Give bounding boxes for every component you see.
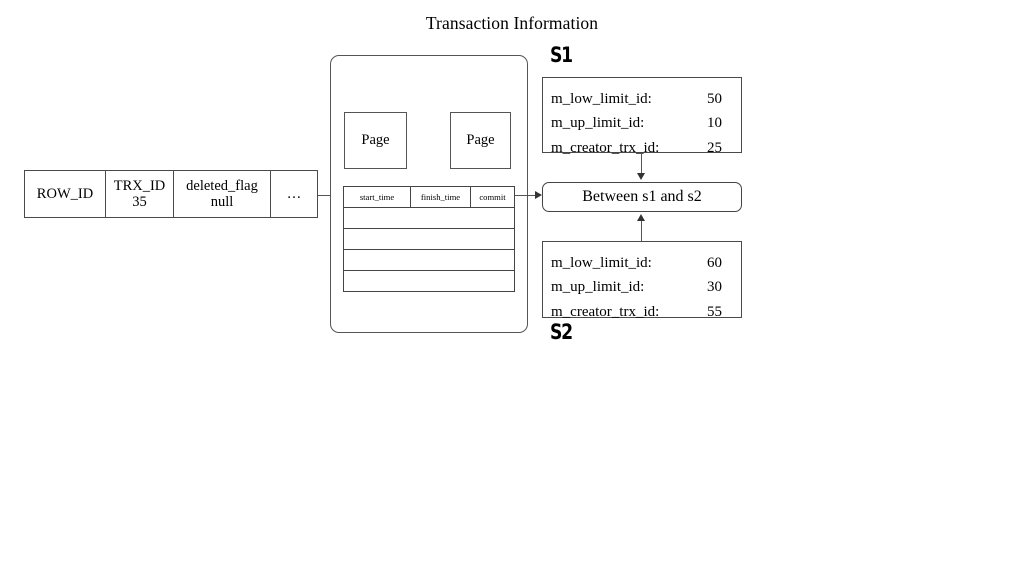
transaction-table-header-commit: commit (479, 192, 506, 202)
connector-s1-to-between-line (641, 153, 642, 174)
page-box-1-label: Page (361, 132, 390, 148)
snapshot-s1-value-low-limit: 50 (707, 91, 722, 107)
row-cell-row-id-name: ROW_ID (36, 185, 94, 202)
snapshot-s1-field-row: m_low_limit_id: 50 (543, 87, 741, 111)
between-s1-and-s2-box: Between s1 and s2 (542, 182, 742, 212)
row-cell-trx-id: TRX_ID 35 (106, 171, 174, 217)
transaction-table-header-row: start_time finish_time commit (344, 187, 514, 208)
page-box-2: Page (450, 112, 511, 169)
row-cell-trx-id-value: 35 (132, 194, 147, 210)
snapshot-s2-value-up-limit: 30 (707, 279, 722, 296)
page-box-1: Page (344, 112, 407, 169)
snapshot-s1-key-up-limit: m_up_limit_id: (551, 115, 645, 132)
row-cell-deleted-flag: deleted_flag null (174, 171, 271, 217)
transaction-information-title: Transaction Information (425, 13, 599, 33)
snapshot-s1-field-row: m_creator_trx_id: 25 (543, 136, 741, 160)
connector-txn-to-between-arrowhead (535, 190, 542, 199)
row-cell-ellipsis-name: … (286, 185, 302, 202)
transaction-table-header-start-time: start_time (344, 187, 411, 207)
snapshot-s2-key-low-limit: m_low_limit_id: (551, 255, 652, 271)
row-cell-row-id: ROW_ID (25, 171, 106, 217)
connector-s2-to-between-arrowhead (636, 214, 645, 221)
transaction-table-header-finish-time: finish_time (411, 187, 471, 207)
snapshot-s1-value-up-limit: 10 (707, 115, 722, 132)
transaction-table-row (344, 208, 514, 229)
snapshot-s2-field-row: m_up_limit_id: 30 (543, 275, 741, 299)
snapshot-s1-value-creator-trx: 25 (707, 139, 722, 156)
transaction-table-row (344, 229, 514, 250)
snapshot-s2-label: S2 (550, 320, 573, 344)
row-cell-ellipsis: … (271, 171, 317, 217)
connector-s2-to-between-line (641, 221, 642, 241)
connector-s1-to-between-arrowhead (636, 173, 645, 180)
snapshot-s2-key-up-limit: m_up_limit_id: (551, 279, 645, 296)
snapshot-s1-key-creator-trx: m_creator_trx_id: (551, 139, 660, 156)
snapshot-s2-field-row: m_creator_trx_id: 55 (543, 300, 741, 324)
snapshot-s2-value-creator-trx: 55 (707, 303, 722, 320)
row-record-table: ROW_ID TRX_ID 35 deleted_flag null … (24, 170, 318, 218)
between-s1-and-s2-label: Between s1 and s2 (582, 188, 702, 205)
snapshot-s2-value-low-limit: 60 (707, 255, 722, 271)
transaction-table-row (344, 271, 514, 292)
snapshot-s2-field-row: m_low_limit_id: 60 (543, 251, 741, 275)
transaction-table: start_time finish_time commit (343, 186, 515, 292)
row-cell-trx-id-name: TRX_ID (113, 177, 166, 194)
snapshot-s1-label: S1 (550, 43, 573, 67)
snapshot-s2-box: m_low_limit_id: 60 m_up_limit_id: 30 m_c… (542, 241, 742, 320)
transaction-table-row (344, 250, 514, 271)
row-cell-deleted-flag-name: deleted_flag (186, 177, 258, 194)
diagram-canvas: ROW_ID TRX_ID 35 deleted_flag null … Tra… (0, 0, 1024, 576)
row-cell-deleted-flag-value: null (210, 194, 234, 210)
snapshot-s1-box: m_low_limit_id: 50 m_up_limit_id: 10 m_c… (542, 77, 742, 156)
snapshot-s1-key-low-limit: m_low_limit_id: (551, 91, 652, 107)
page-box-2-label: Page (466, 132, 495, 148)
snapshot-s1-field-row: m_up_limit_id: 10 (543, 111, 741, 135)
